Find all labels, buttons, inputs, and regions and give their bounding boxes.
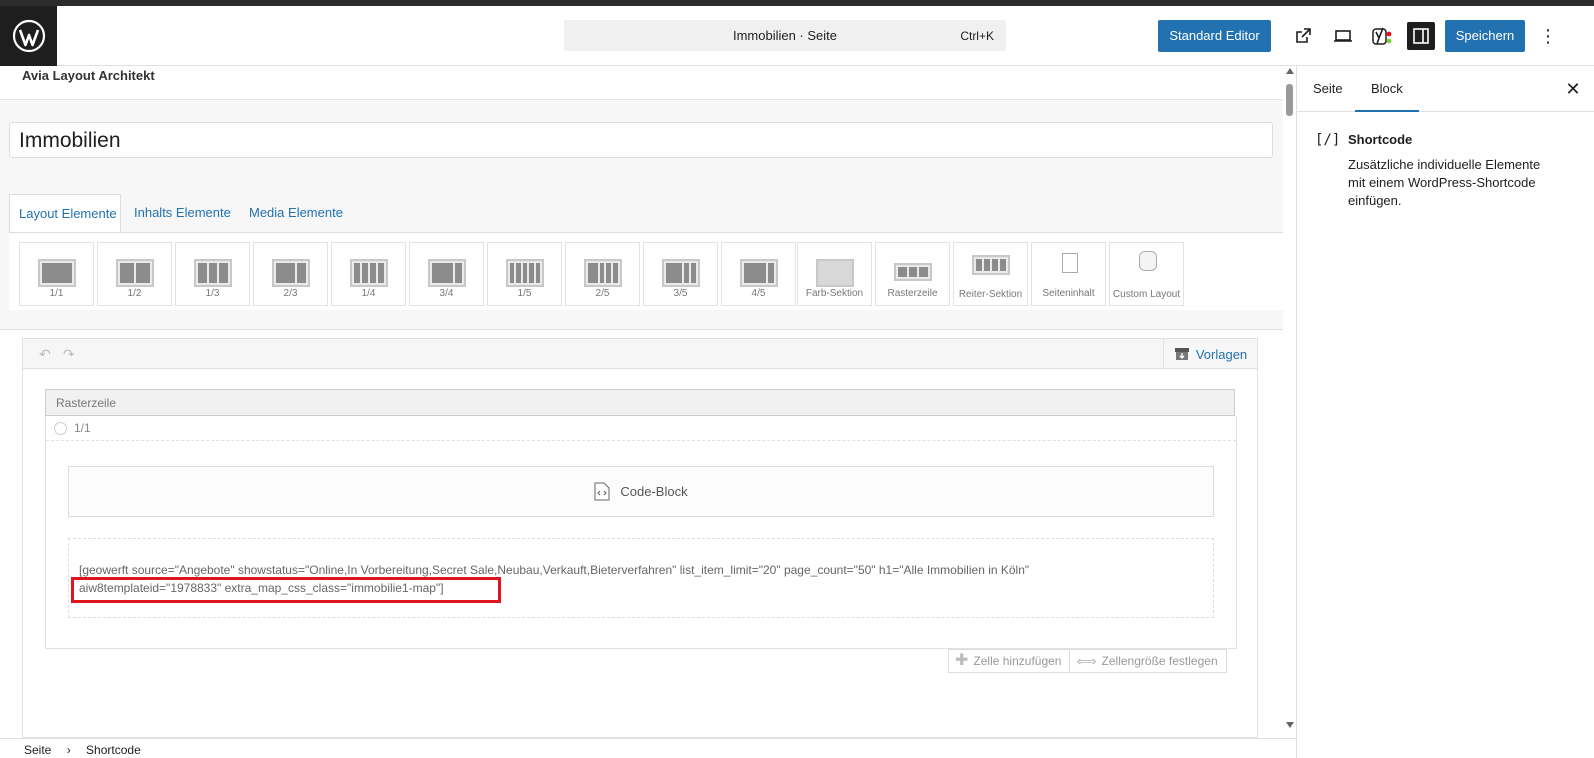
column-1-5-icon [506,259,544,287]
editor-header: Immobilien · Seite Ctrl+K Standard Edito… [0,6,1594,66]
sidebar-tab-seite[interactable]: Seite [1297,66,1359,112]
page-content-icon [1062,253,1078,273]
tab-media-elemente[interactable]: Media Elemente [240,194,352,232]
breadcrumb: Seite › Shortcode [0,738,1296,758]
breadcrumb-item-shortcode[interactable]: Shortcode [86,743,141,757]
layout-element-tiles: 1/1 1/2 1/3 2/3 1/4 3/4 1/5 2/5 3/5 4/5 … [9,232,1296,310]
resize-horizontal-icon: ⟺ [1076,653,1097,669]
command-palette-button[interactable]: Immobilien · Seite Ctrl+K [564,20,1006,51]
tab-inhalts-elemente[interactable]: Inhalts Elemente [125,194,240,232]
save-button[interactable]: Speichern [1445,20,1525,52]
grid-row-title: Rasterzeile [45,389,1235,416]
tile-2-5[interactable]: 2/5 [565,242,640,306]
column-3-4-icon [428,259,466,287]
color-section-icon [816,259,854,287]
more-options-icon[interactable]: ⋮ [1534,22,1562,50]
tile-1-2[interactable]: 1/2 [97,242,172,306]
editor-main: Avia Layout Architekt Immobilien Layout … [0,66,1296,738]
tile-3-4[interactable]: 3/4 [409,242,484,306]
external-link-icon[interactable] [1289,22,1317,50]
column-1-3-icon [194,259,232,287]
avia-title: Avia Layout Architekt [22,68,155,83]
builder-toolbar: ↶ ↷ Vorlagen [23,339,1257,369]
tile-1-3[interactable]: 1/3 [175,242,250,306]
block-description: Zusätzliche individuelle Elemente mit ei… [1348,157,1541,208]
highlight-annotation-box [71,577,501,603]
vorlagen-label: Vorlagen [1195,346,1248,362]
cell-size-label: 1/1 [74,421,91,435]
set-cell-size-button[interactable]: ⟺ Zellengröße festlegen [1070,649,1227,673]
avia-builder-panel: Avia Layout Architekt Immobilien Layout … [0,66,1296,330]
grid-row-element[interactable]: Rasterzeile 1/1 Code-Block [geowerft sou… [45,389,1237,649]
database-icon [1139,251,1157,271]
vorlagen-button[interactable]: Vorlagen [1163,339,1257,369]
main-scrollbar[interactable] [1283,66,1296,738]
grid-row-body: 1/1 Code-Block [geowerft source="Angebot… [45,416,1237,649]
yoast-seo-icon[interactable] [1368,22,1396,50]
cell-header: 1/1 [46,416,1236,441]
tab-section-icon [972,255,1010,275]
page-title-input[interactable]: Immobilien [9,122,1273,158]
standard-editor-button[interactable]: Standard Editor [1158,20,1271,52]
add-cell-button[interactable]: ✚ Zelle hinzufügen [948,649,1071,673]
column-3-5-icon [662,259,700,287]
column-2-5-icon [584,259,622,287]
scroll-up-icon[interactable] [1286,68,1294,74]
code-file-icon [594,482,610,501]
tile-1-1[interactable]: 1/1 [19,242,94,306]
shortcode-content[interactable]: [geowerft source="Angebote" showstatus="… [68,538,1214,618]
code-block-label: Code-Block [620,484,688,499]
command-palette-shortcut: Ctrl+K [960,29,994,43]
tile-3-5[interactable]: 3/5 [643,242,718,306]
grid-row-icon [894,263,932,281]
close-icon[interactable]: ✕ [1560,76,1586,102]
sidebar-tabs: Seite Block ✕ [1297,66,1594,112]
tile-rasterzeile[interactable]: Rasterzeile [875,242,950,306]
settings-sidebar: Seite Block ✕ [/] Shortcode Zusätzliche … [1296,66,1594,758]
code-block-element[interactable]: Code-Block [68,466,1214,517]
redo-icon[interactable]: ↷ [63,346,75,363]
tile-1-5[interactable]: 1/5 [487,242,562,306]
wordpress-logo-icon[interactable] [0,6,57,66]
cell-actions: ✚ Zelle hinzufügen ⟺ Zellengröße festleg… [948,649,1227,673]
column-2-3-icon [272,259,310,287]
breadcrumb-separator-icon: › [66,743,71,757]
device-preview-icon[interactable] [1329,22,1357,50]
tile-custom-layout[interactable]: Custom Layout [1109,242,1184,306]
command-palette-title: Immobilien · Seite [732,28,838,43]
undo-icon[interactable]: ↶ [39,346,51,363]
tile-reiter-sektion[interactable]: Reiter-Sektion [953,242,1028,306]
shortcode-icon: [/] [1315,132,1341,148]
tile-1-4[interactable]: 1/4 [331,242,406,306]
tile-farb-sektion[interactable]: Farb-Sektion [797,242,872,306]
tile-2-3[interactable]: 2/3 [253,242,328,306]
breadcrumb-item-seite[interactable]: Seite [24,743,51,757]
avia-title-bar: Avia Layout Architekt [0,66,1283,100]
sidebar-tab-block[interactable]: Block [1355,66,1419,112]
tab-layout-elemente[interactable]: Layout Elemente [9,194,121,232]
block-title: Shortcode [1348,132,1413,147]
cell-select-radio[interactable] [54,421,67,435]
template-box-icon [1174,348,1189,360]
scroll-thumb[interactable] [1286,84,1293,116]
scroll-down-icon[interactable] [1286,722,1294,728]
column-4-5-icon [740,259,778,287]
settings-sidebar-toggle-icon[interactable] [1407,22,1435,50]
tile-4-5[interactable]: 4/5 [721,242,796,306]
plus-icon: ✚ [955,652,969,669]
column-1-2-icon [116,259,154,287]
tile-seiteninhalt[interactable]: Seiteninhalt [1031,242,1106,306]
builder-canvas: ↶ ↷ Vorlagen Rasterzeile 1/1 Code-Block … [22,338,1258,738]
column-1-1-icon [38,259,76,287]
column-1-4-icon [350,259,388,287]
